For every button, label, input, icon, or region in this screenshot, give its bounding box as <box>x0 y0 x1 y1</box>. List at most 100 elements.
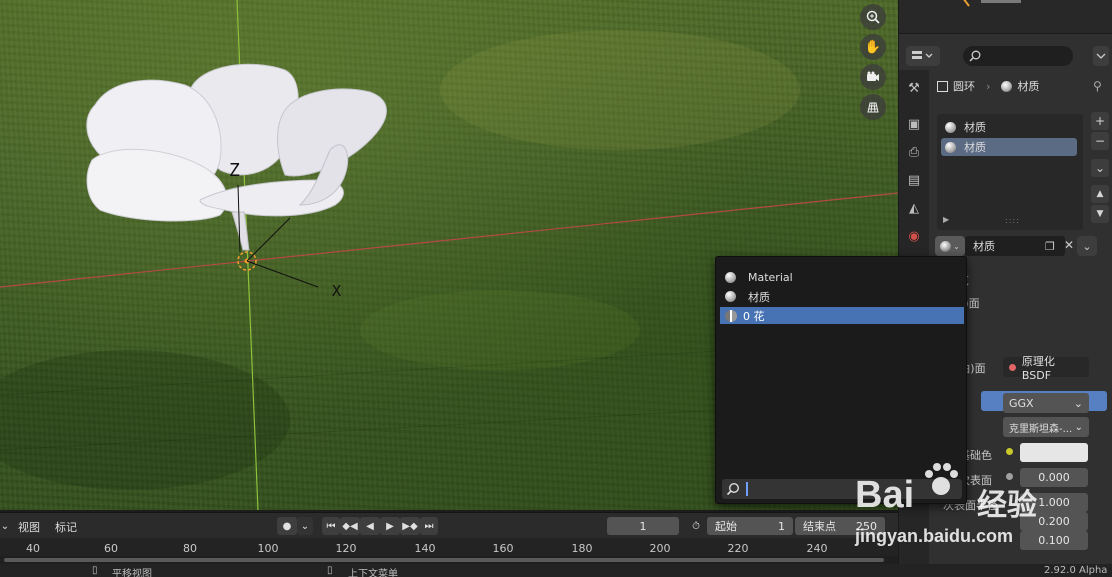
material-ball-icon <box>725 291 736 302</box>
next-keyframe-button[interactable]: ▶◆ <box>400 517 420 535</box>
list-resize-handle[interactable]: :::: <box>1005 216 1020 225</box>
move-slot-up-button[interactable]: ▲ <box>1091 185 1109 203</box>
search-icon <box>726 482 740 496</box>
chevron-down-icon: ⌄ <box>953 241 960 251</box>
grid-icon[interactable] <box>860 94 886 120</box>
unlink-icon[interactable]: ✕ <box>1064 238 1074 252</box>
material-ball-icon <box>945 121 956 133</box>
status-pan: 平移视图 <box>112 569 152 577</box>
popup-item-label: 材质 <box>748 290 770 304</box>
jump-end-button[interactable]: ⏭ <box>420 517 438 535</box>
camera-icon[interactable] <box>860 64 886 90</box>
play-reverse-button[interactable]: ◀ <box>360 517 380 535</box>
material-ball-icon <box>940 240 952 252</box>
material-ball-icon <box>945 141 956 153</box>
properties-search-input[interactable] <box>963 46 1073 66</box>
material-browse-popup: Material 材质 0 花 <box>715 256 967 504</box>
move-slot-down-button[interactable]: ▼ <box>1091 205 1109 223</box>
record-options-button[interactable]: ⌄ <box>297 517 313 535</box>
end-value: 250 <box>856 519 877 533</box>
material-name-field[interactable]: 材质 ❐ <box>965 236 1065 256</box>
current-frame-field[interactable]: 1 <box>607 517 679 535</box>
list-item[interactable]: 0 花 <box>720 307 964 324</box>
end-frame-field[interactable]: 结束点 250 <box>795 517 885 535</box>
radius-x-field[interactable]: 1.000 <box>1020 493 1088 512</box>
jump-start-button[interactable]: ⏮ <box>322 517 340 535</box>
subsurface-value-field[interactable]: 0.000 <box>1020 468 1088 487</box>
browse-material-button[interactable]: ⌄ <box>935 236 965 256</box>
stopwatch-icon[interactable]: ⏱ <box>686 517 706 535</box>
material-slot-list[interactable]: 材质 材质 ▶ :::: <box>937 114 1083 230</box>
flower-object <box>86 63 387 251</box>
list-item[interactable]: 材质 <box>941 138 1077 156</box>
ruler-tick: 100 <box>257 542 279 555</box>
list-item[interactable]: 材质 <box>941 118 1077 136</box>
timeline-header: ⌄ 视图 标记 ● ⌄ ⏮ ◆◀ ◀ ▶ ▶◆ ⏭ 1 ⏱ 起始 1 结束点 2… <box>0 512 898 538</box>
axis-label-x: X <box>332 282 342 300</box>
start-value: 1 <box>778 519 785 533</box>
tool-tab-icon[interactable]: ⚒ <box>902 76 926 100</box>
hand-pan-icon[interactable]: ✋ <box>860 34 886 60</box>
output-tab-icon[interactable]: ⎙ <box>902 140 926 164</box>
ruler-tick: 40 <box>26 542 40 555</box>
play-button[interactable]: ▶ <box>380 517 400 535</box>
material-ball-icon <box>725 272 736 283</box>
breadcrumb: 圆环 › 材质 <box>937 77 1039 95</box>
axis-label-z: Z <box>229 160 240 181</box>
radius-z-field[interactable]: 0.100 <box>1020 531 1088 550</box>
add-slot-button[interactable]: + <box>1091 112 1109 130</box>
slot-specials-button[interactable]: ⌄ <box>1091 159 1109 177</box>
outliner-row[interactable] <box>959 0 1109 10</box>
duplicate-icon[interactable]: ❐ <box>1045 240 1055 253</box>
menu-marker[interactable]: 标记 <box>55 519 77 535</box>
timeline-ruler[interactable]: 40 60 80 100 120 140 160 180 200 220 240 <box>0 538 898 556</box>
base-color-swatch[interactable] <box>1020 443 1088 462</box>
mouse-right-icon: ▯ <box>327 565 333 576</box>
link-dropdown-button[interactable]: ⌄ <box>1077 236 1097 256</box>
mesh-object-icon <box>937 80 948 92</box>
options-chevron-button[interactable] <box>1093 46 1109 66</box>
popup-item-label: 0 花 <box>743 309 765 323</box>
breadcrumb-material: 材质 <box>1017 80 1040 93</box>
ruler-tick: 240 <box>806 542 828 555</box>
status-bar: ▯ 平移视图 ▯ 上下文菜单 2.92.0 Alpha <box>0 564 1112 577</box>
ruler-tick: 120 <box>335 542 357 555</box>
scrollbar-thumb[interactable] <box>4 558 884 562</box>
prev-keyframe-button[interactable]: ◆◀ <box>340 517 360 535</box>
timeline-scrollbar[interactable] <box>0 556 898 564</box>
pin-icon[interactable]: ⚲ <box>1093 79 1102 93</box>
timeline-editor-dropdown[interactable]: ⌄ <box>0 517 10 535</box>
shader-selector[interactable]: 原理化BSDF <box>1003 355 1089 382</box>
start-frame-field[interactable]: 起始 1 <box>707 517 793 535</box>
material-preview-icon <box>725 309 737 322</box>
scene-tab-icon[interactable]: ◭ <box>902 196 926 220</box>
distribution-dropdown[interactable]: GGX ⌄ <box>1003 393 1089 413</box>
render-tab-icon[interactable]: ▣ <box>902 112 926 136</box>
record-button[interactable]: ● <box>277 517 297 535</box>
end-label: 结束点 <box>803 520 836 533</box>
chevron-down-icon: ⌄ <box>1073 396 1083 410</box>
view-layer-tab-icon[interactable]: ▤ <box>902 168 926 192</box>
zoom-icon[interactable] <box>860 4 886 30</box>
popup-search-input[interactable] <box>722 479 962 499</box>
popup-item-label: Material <box>748 271 793 284</box>
editor-type-button[interactable] <box>906 46 940 66</box>
list-item[interactable]: Material <box>720 269 964 286</box>
ruler-tick: 180 <box>571 542 593 555</box>
world-tab-icon[interactable]: ◉ <box>902 224 926 248</box>
material-name: 材质 <box>973 240 995 253</box>
remove-slot-button[interactable]: − <box>1091 132 1109 150</box>
shader-name: 原理化BSDF <box>1021 354 1055 382</box>
breadcrumb-object: 圆环 <box>953 80 975 93</box>
menu-view[interactable]: 视图 <box>18 519 40 535</box>
radius-y-field[interactable]: 0.200 <box>1020 512 1088 531</box>
outliner-strip <box>899 0 1112 34</box>
ruler-tick: 60 <box>104 542 118 555</box>
list-expand-icon[interactable]: ▶ <box>943 215 949 224</box>
list-item[interactable]: 材质 <box>720 288 964 305</box>
ruler-tick: 160 <box>492 542 514 555</box>
subsurface-method-dropdown[interactable]: 克里斯坦森-... ⌄ <box>1003 417 1089 437</box>
text-caret <box>746 482 748 496</box>
subsurface-socket-icon <box>1006 473 1013 480</box>
mouse-middle-icon: ▯ <box>92 565 98 576</box>
